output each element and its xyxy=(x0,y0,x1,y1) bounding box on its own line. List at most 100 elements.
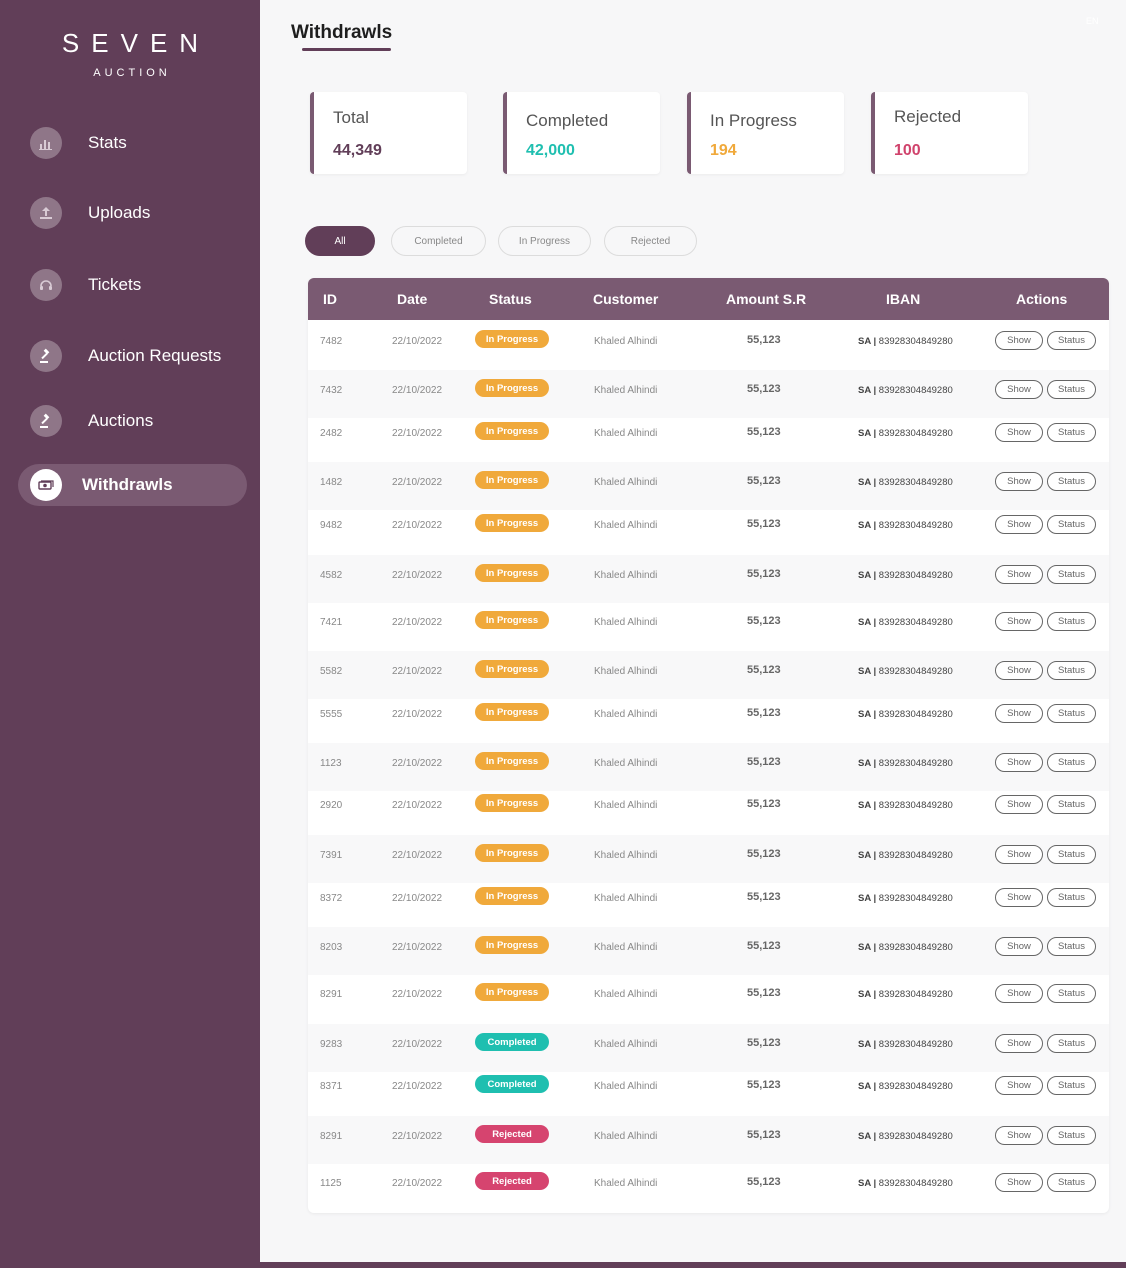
iban-number: 83928304849280 xyxy=(878,709,953,720)
table-row: 8372 22/10/2022 In Progress Khaled Alhindi 5… xyxy=(308,878,1109,926)
cell-amount: 55,123 xyxy=(747,848,781,860)
show-button[interactable]: Show xyxy=(995,1173,1043,1192)
iban-number: 83928304849280 xyxy=(878,520,953,531)
cell-date: 22/10/2022 xyxy=(392,800,443,811)
cell-amount: 55,123 xyxy=(747,615,781,627)
status-button[interactable]: Status xyxy=(1047,795,1096,814)
table-row: 1482 22/10/2022 In Progress Khaled Alhindi 5… xyxy=(308,462,1109,510)
status-button[interactable]: Status xyxy=(1047,423,1096,442)
cell-id: 1123 xyxy=(320,758,342,769)
show-button[interactable]: Show xyxy=(995,661,1043,680)
show-button[interactable]: Show xyxy=(995,1076,1043,1095)
status-button[interactable]: Status xyxy=(1047,937,1096,956)
show-button[interactable]: Show xyxy=(995,888,1043,907)
status-button[interactable]: Status xyxy=(1047,1173,1096,1192)
cell-id: 8203 xyxy=(320,942,343,953)
cell-amount: 55,123 xyxy=(747,987,781,999)
iban-number: 83928304849280 xyxy=(878,942,953,953)
status-button[interactable]: Status xyxy=(1047,380,1096,399)
status-button[interactable]: Status xyxy=(1047,565,1096,584)
iban-separator: | xyxy=(870,1081,879,1092)
status-button[interactable]: Status xyxy=(1047,704,1096,723)
show-button[interactable]: Show xyxy=(995,515,1043,534)
cell-amount: 55,123 xyxy=(747,475,781,487)
status-button[interactable]: Status xyxy=(1047,753,1096,772)
sidebar-item-uploads[interactable]: Uploads xyxy=(18,192,247,234)
sidebar-item-withdrawls[interactable]: Withdrawls xyxy=(18,464,247,506)
show-button[interactable]: Show xyxy=(995,380,1043,399)
page-title: Withdrawls xyxy=(291,22,393,43)
status-button[interactable]: Status xyxy=(1047,1034,1096,1053)
stat-label: Total xyxy=(333,108,369,127)
filter-rejected[interactable]: Rejected xyxy=(604,226,697,256)
status-button[interactable]: Status xyxy=(1047,472,1096,491)
iban-country: SA xyxy=(858,570,871,581)
iban-separator: | xyxy=(870,893,879,904)
filter-all[interactable]: All xyxy=(305,226,375,256)
status-badge: Rejected xyxy=(475,1125,549,1143)
language-switch[interactable]: EN xyxy=(1086,16,1099,26)
status-badge: Completed xyxy=(475,1033,549,1051)
show-button[interactable]: Show xyxy=(995,612,1043,631)
cell-customer: Khaled Alhindi xyxy=(594,989,658,1000)
table-row: 1123 22/10/2022 In Progress Khaled Alhindi 5… xyxy=(308,743,1109,791)
iban-number: 83928304849280 xyxy=(878,336,953,347)
cell-date: 22/10/2022 xyxy=(392,942,443,953)
bottom-bar xyxy=(0,1262,1126,1268)
status-badge: In Progress xyxy=(475,471,549,489)
iban-country: SA xyxy=(858,1131,871,1142)
status-badge: In Progress xyxy=(475,564,549,582)
show-button[interactable]: Show xyxy=(995,704,1043,723)
sidebar-item-label: Auction Requests xyxy=(88,346,222,365)
sidebar: SEVEN AUCTION Stats Uploads Tickets Auct… xyxy=(0,0,260,1268)
show-button[interactable]: Show xyxy=(995,565,1043,584)
filter-completed[interactable]: Completed xyxy=(391,226,486,256)
cash-icon xyxy=(30,469,62,501)
show-button[interactable]: Show xyxy=(995,331,1043,350)
sidebar-item-auctions[interactable]: Auctions xyxy=(18,400,247,442)
show-button[interactable]: Show xyxy=(995,845,1043,864)
show-button[interactable]: Show xyxy=(995,984,1043,1003)
cell-iban: SA | 83928304849280 xyxy=(858,1039,953,1050)
status-badge: In Progress xyxy=(475,514,549,532)
filter-in-progress[interactable]: In Progress xyxy=(498,226,591,256)
show-button[interactable]: Show xyxy=(995,1034,1043,1053)
sidebar-item-tickets[interactable]: Tickets xyxy=(18,264,247,306)
show-button[interactable]: Show xyxy=(995,423,1043,442)
status-button[interactable]: Status xyxy=(1047,845,1096,864)
cell-date: 22/10/2022 xyxy=(392,428,443,439)
status-button[interactable]: Status xyxy=(1047,1126,1096,1145)
status-button[interactable]: Status xyxy=(1047,331,1096,350)
status-badge: In Progress xyxy=(475,330,549,348)
column-header-iban: IBAN xyxy=(886,291,921,307)
cell-date: 22/10/2022 xyxy=(392,336,443,347)
show-button[interactable]: Show xyxy=(995,795,1043,814)
cell-customer: Khaled Alhindi xyxy=(594,477,658,488)
status-button[interactable]: Status xyxy=(1047,515,1096,534)
show-button[interactable]: Show xyxy=(995,937,1043,956)
status-button[interactable]: Status xyxy=(1047,1076,1096,1095)
sidebar-item-stats[interactable]: Stats xyxy=(18,122,247,164)
stat-card-rejected: Rejected 100 xyxy=(871,92,1028,174)
status-badge: In Progress xyxy=(475,983,549,1001)
iban-number: 83928304849280 xyxy=(878,428,953,439)
show-button[interactable]: Show xyxy=(995,472,1043,491)
iban-number: 83928304849280 xyxy=(878,385,953,396)
column-header-date: Date xyxy=(397,291,428,307)
sidebar-item-auction-requests[interactable]: Auction Requests xyxy=(18,335,247,377)
table-row: 9283 22/10/2022 Completed Khaled Alhindi 55,… xyxy=(308,1024,1109,1072)
table-row: 7482 22/10/2022 In Progress Khaled Alhindi 5… xyxy=(308,321,1109,369)
show-button[interactable]: Show xyxy=(995,1126,1043,1145)
iban-number: 83928304849280 xyxy=(878,800,953,811)
status-button[interactable]: Status xyxy=(1047,984,1096,1003)
status-button[interactable]: Status xyxy=(1047,612,1096,631)
status-button[interactable]: Status xyxy=(1047,661,1096,680)
show-button[interactable]: Show xyxy=(995,753,1043,772)
iban-country: SA xyxy=(858,385,871,396)
status-button[interactable]: Status xyxy=(1047,888,1096,907)
sidebar-item-label: Withdrawls xyxy=(82,475,173,494)
cell-customer: Khaled Alhindi xyxy=(594,570,658,581)
cell-amount: 55,123 xyxy=(747,1176,781,1188)
cell-id: 2920 xyxy=(320,800,343,811)
iban-separator: | xyxy=(870,709,879,720)
